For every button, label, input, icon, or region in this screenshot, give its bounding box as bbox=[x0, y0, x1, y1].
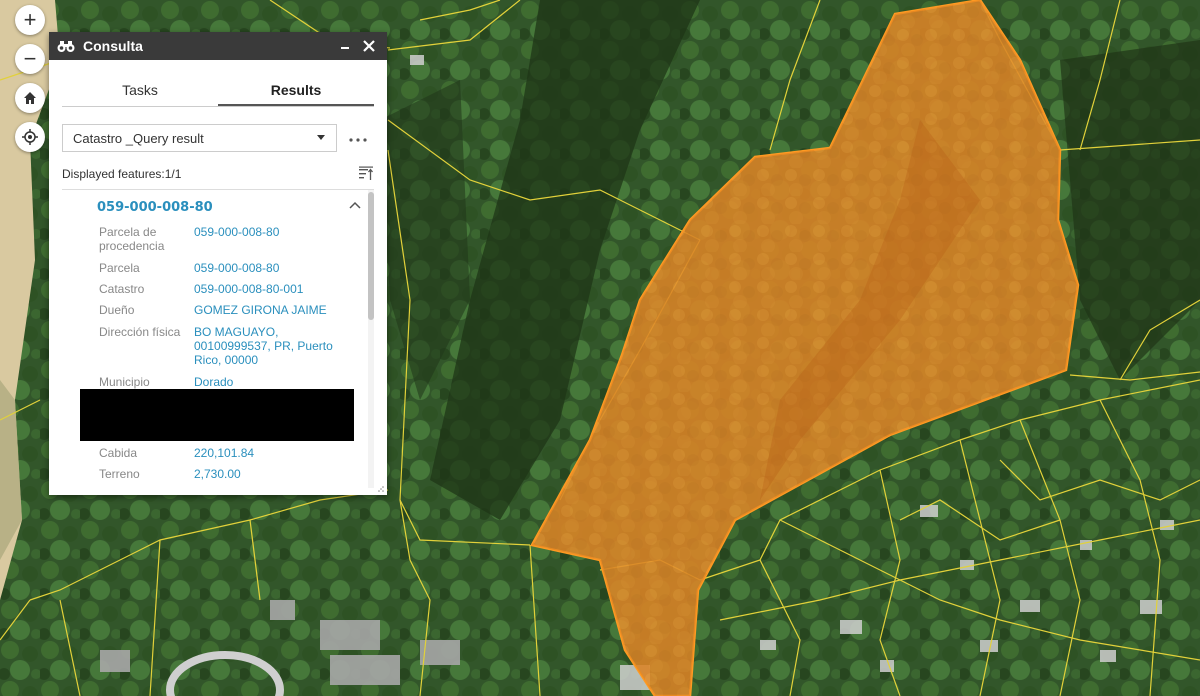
layer-row: Catastro _Query result bbox=[62, 123, 374, 153]
displayed-features-count: Displayed features:1/1 bbox=[62, 167, 182, 181]
attr-value: Dorado bbox=[194, 375, 234, 389]
attr-label: Municipio bbox=[99, 375, 150, 389]
minus-icon: − bbox=[23, 46, 37, 71]
attr-value: 059-000-008-80 bbox=[194, 261, 280, 275]
attr-label: Dueño bbox=[99, 303, 135, 317]
attr-label: Parcela bbox=[99, 261, 140, 275]
attr-value: 220,101.84 bbox=[194, 446, 255, 460]
ellipsis-icon bbox=[349, 138, 367, 142]
query-panel: Consulta Tasks Results Catastro _Query r… bbox=[49, 32, 387, 495]
plus-icon: + bbox=[23, 7, 37, 32]
sort-icon[interactable] bbox=[358, 166, 374, 182]
locate-button[interactable] bbox=[15, 122, 45, 152]
attr-value: 059-000-008-80-001 bbox=[194, 282, 304, 296]
scrollbar[interactable] bbox=[368, 190, 374, 488]
more-options-button[interactable] bbox=[343, 129, 373, 147]
home-icon bbox=[24, 92, 36, 104]
minimize-button[interactable] bbox=[335, 36, 355, 56]
attr-label: Catastro bbox=[99, 282, 145, 296]
scrollbar-thumb[interactable] bbox=[368, 192, 374, 320]
tab-bar: Tasks Results bbox=[62, 78, 374, 107]
zoom-out-button[interactable]: − bbox=[15, 44, 45, 74]
attr-value: 2,730.00 bbox=[194, 467, 241, 481]
resize-handle-icon[interactable] bbox=[377, 485, 385, 493]
chevron-up-icon[interactable] bbox=[349, 201, 361, 209]
attr-value: GOMEZ GIRONA JAIME bbox=[194, 303, 327, 317]
chevron-down-icon bbox=[317, 135, 325, 140]
layer-select[interactable]: Catastro _Query result bbox=[62, 124, 337, 152]
panel-title: Consulta bbox=[83, 38, 143, 54]
close-icon bbox=[363, 40, 375, 52]
feature-title[interactable]: 059-000-008-80 bbox=[97, 200, 213, 215]
count-row: Displayed features:1/1 bbox=[62, 164, 374, 184]
minimize-icon bbox=[341, 47, 349, 49]
locate-icon bbox=[22, 129, 38, 145]
panel-header: Consulta bbox=[49, 32, 387, 60]
tab-results[interactable]: Results bbox=[218, 78, 374, 106]
zoom-in-button[interactable]: + bbox=[15, 5, 45, 35]
attr-label: Dirección física bbox=[99, 325, 181, 339]
layer-select-value: Catastro _Query result bbox=[73, 130, 204, 146]
redacted-block bbox=[80, 389, 354, 441]
tab-tasks[interactable]: Tasks bbox=[62, 78, 218, 106]
attr-label: Cabida bbox=[99, 446, 138, 460]
attr-value: BO MAGUAYO, 00100999537, PR, Puerto Rico… bbox=[194, 325, 333, 367]
binoculars-icon bbox=[57, 41, 75, 52]
attr-label: Terreno bbox=[99, 467, 140, 481]
close-button[interactable] bbox=[359, 36, 379, 56]
attr-label: Parcela de procedencia bbox=[99, 225, 165, 253]
home-button[interactable] bbox=[15, 83, 45, 113]
attr-value: 059-000-008-80 bbox=[194, 225, 280, 239]
results-list[interactable]: 059-000-008-80 Parcela de procedencia 05… bbox=[62, 189, 374, 488]
